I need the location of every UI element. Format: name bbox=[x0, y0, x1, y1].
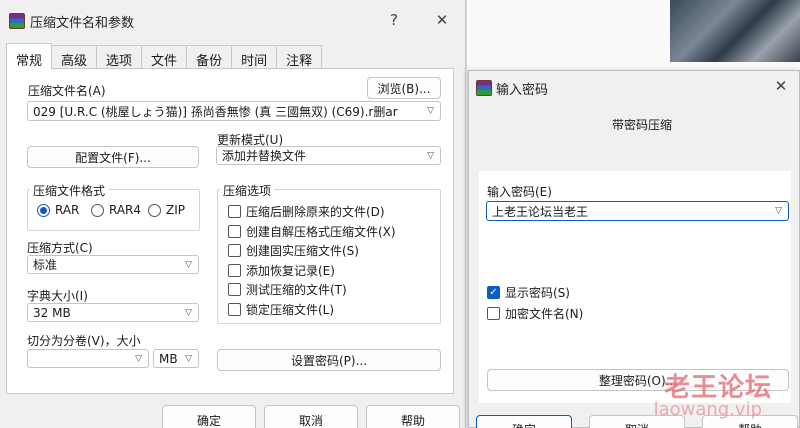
show-password-option[interactable]: ✓ 显示密码(S) bbox=[487, 284, 570, 301]
checkbox-icon[interactable] bbox=[228, 225, 241, 238]
winrar-icon bbox=[476, 80, 492, 96]
dictionary-select[interactable]: 32 MB ▽ bbox=[27, 303, 199, 322]
password-value: 上老王论坛当老王 bbox=[492, 204, 589, 219]
encrypt-names-label: 加密文件名(N) bbox=[505, 307, 584, 321]
dictionary-value: 32 MB bbox=[33, 305, 71, 320]
option-label: 测试压缩的文件(T) bbox=[246, 283, 347, 297]
option-label: 创建自解压格式压缩文件(X) bbox=[246, 225, 396, 239]
winrar-icon bbox=[9, 13, 25, 29]
format-zip-option[interactable]: ZIP bbox=[148, 203, 185, 217]
password-input[interactable]: 上老王论坛当老王 ▽ bbox=[486, 201, 789, 221]
format-rar4-label: RAR4 bbox=[109, 203, 142, 217]
split-label: 切分为分卷(V)，大小 bbox=[27, 334, 141, 348]
dictionary-label: 字典大小(I) bbox=[27, 289, 88, 303]
option-label: 锁定压缩文件(L) bbox=[246, 303, 335, 317]
ok-button[interactable]: 确定 bbox=[162, 405, 256, 428]
update-mode-select[interactable]: 添加并替换文件 ▽ bbox=[216, 146, 441, 165]
split-unit-value: MB bbox=[159, 351, 178, 366]
archive-name-label: 压缩文件名(A) bbox=[28, 84, 106, 98]
chevron-down-icon: ▽ bbox=[185, 307, 192, 318]
format-rar-label: RAR bbox=[55, 203, 80, 217]
set-password-button[interactable]: 设置密码(P)... bbox=[217, 349, 441, 371]
cancel-button[interactable]: 取消 bbox=[264, 405, 358, 428]
method-label: 压缩方式(C) bbox=[27, 241, 93, 255]
browse-button[interactable]: 浏览(B)... bbox=[367, 77, 441, 99]
tab-options[interactable]: 选项 bbox=[96, 45, 143, 69]
password-dialog-title: 输入密码 bbox=[496, 83, 549, 98]
chevron-down-icon: ▽ bbox=[427, 150, 434, 161]
radio-icon[interactable] bbox=[148, 203, 161, 217]
watermark-url: laowang.vip bbox=[653, 399, 762, 420]
help-button[interactable]: 帮助 bbox=[366, 405, 460, 428]
option-test[interactable]: 测试压缩的文件(T) bbox=[228, 281, 347, 298]
password-subtitle: 带密码压缩 bbox=[612, 118, 673, 132]
split-unit-select[interactable]: MB ▽ bbox=[153, 349, 199, 368]
archive-name-value: 029 [U.R.C (桃屋しょう猫)] 孫尚香無惨 (真 三國無双) (C69… bbox=[33, 104, 398, 119]
chevron-down-icon: ▽ bbox=[185, 353, 192, 364]
option-lock[interactable]: 锁定压缩文件(L) bbox=[228, 301, 334, 318]
option-label: 添加恢复记录(E) bbox=[246, 264, 335, 278]
help-icon[interactable]: ? bbox=[382, 11, 406, 29]
format-rar4-option[interactable]: RAR4 bbox=[91, 203, 141, 217]
method-select[interactable]: 标准 ▽ bbox=[27, 255, 199, 274]
option-recovery[interactable]: 添加恢复记录(E) bbox=[228, 262, 335, 279]
archive-name-dialog: 压缩文件名和参数 ? ✕ 常规 高级 选项 文件 备份 时间 注释 压缩文件名(… bbox=[0, 0, 466, 428]
format-group-title: 压缩文件格式 bbox=[30, 182, 109, 199]
option-label: 创建固实压缩文件(S) bbox=[246, 244, 359, 258]
password-ok-button[interactable]: 确定 bbox=[476, 415, 572, 428]
checkbox-icon[interactable] bbox=[228, 264, 241, 277]
checkbox-icon[interactable] bbox=[228, 283, 241, 296]
option-sfx[interactable]: 创建自解压格式压缩文件(X) bbox=[228, 223, 396, 240]
format-zip-label: ZIP bbox=[166, 203, 185, 217]
radio-icon[interactable] bbox=[91, 203, 104, 217]
checkbox-icon[interactable] bbox=[487, 307, 500, 320]
method-value: 标准 bbox=[33, 258, 58, 272]
archive-name-input[interactable]: 029 [U.R.C (桃屋しょう猫)] 孫尚香無惨 (真 三國無双) (C69… bbox=[27, 101, 441, 121]
tab-backup[interactable]: 备份 bbox=[186, 45, 233, 69]
tab-advanced[interactable]: 高级 bbox=[51, 45, 98, 69]
enter-password-label: 输入密码(E) bbox=[487, 185, 552, 199]
option-delete-after[interactable]: 压缩后删除原来的文件(D) bbox=[228, 203, 385, 220]
radio-selected-icon[interactable] bbox=[37, 203, 50, 217]
update-mode-value: 添加并替换文件 bbox=[222, 149, 307, 163]
option-label: 压缩后删除原来的文件(D) bbox=[246, 205, 385, 219]
close-icon[interactable]: ✕ bbox=[430, 11, 454, 29]
dialog-title: 压缩文件名和参数 bbox=[30, 16, 135, 31]
tab-time[interactable]: 时间 bbox=[231, 45, 278, 69]
chevron-down-icon: ▽ bbox=[775, 206, 782, 216]
checkbox-checked-icon[interactable]: ✓ bbox=[487, 286, 500, 299]
chevron-down-icon: ▽ bbox=[427, 106, 434, 116]
split-size-input[interactable]: ▽ bbox=[27, 349, 149, 368]
background-image bbox=[670, 0, 800, 62]
profiles-button[interactable]: 配置文件(F)... bbox=[27, 146, 199, 168]
title-bar: 压缩文件名和参数 ? ✕ bbox=[0, 0, 466, 40]
encrypt-names-option[interactable]: 加密文件名(N) bbox=[487, 305, 583, 322]
chevron-down-icon: ▽ bbox=[135, 353, 142, 364]
checkbox-icon[interactable] bbox=[228, 244, 241, 257]
tab-comment[interactable]: 注释 bbox=[276, 45, 323, 69]
close-icon[interactable]: ✕ bbox=[769, 77, 793, 95]
checkbox-icon[interactable] bbox=[228, 303, 241, 316]
tab-files[interactable]: 文件 bbox=[141, 45, 188, 69]
checkbox-icon[interactable] bbox=[228, 205, 241, 218]
options-group-title: 压缩选项 bbox=[220, 182, 275, 199]
chevron-down-icon: ▽ bbox=[185, 259, 192, 270]
tab-general[interactable]: 常规 bbox=[6, 43, 53, 69]
format-rar-option[interactable]: RAR bbox=[37, 203, 79, 217]
tab-strip: 常规 高级 选项 文件 备份 时间 注释 bbox=[6, 43, 323, 69]
show-password-label: 显示密码(S) bbox=[505, 286, 570, 300]
option-solid[interactable]: 创建固实压缩文件(S) bbox=[228, 242, 359, 259]
